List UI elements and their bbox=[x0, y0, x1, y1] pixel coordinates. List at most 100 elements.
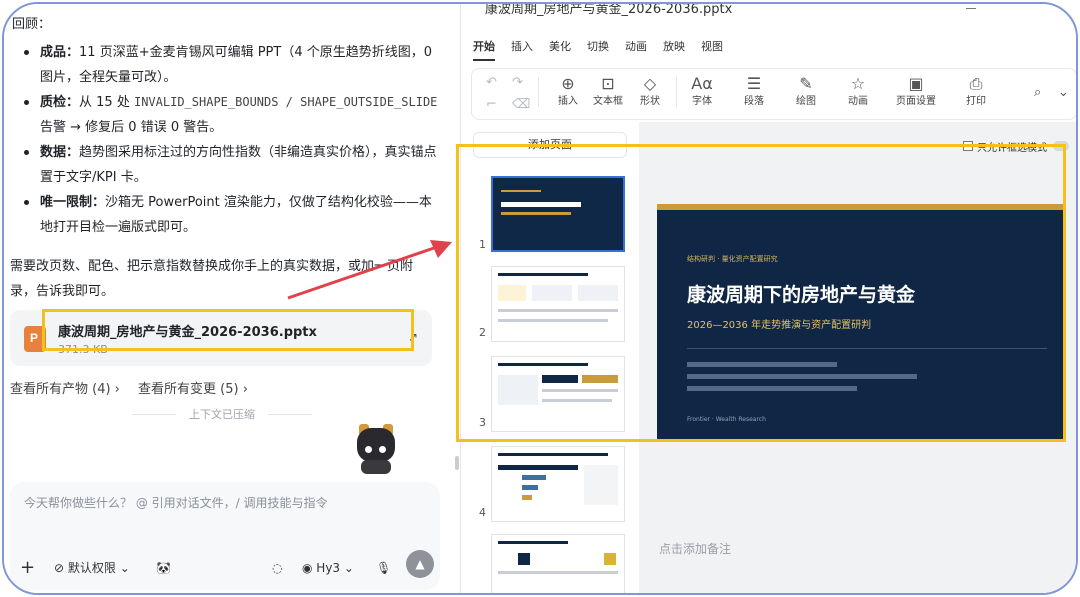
toolbar-label: 动画 bbox=[848, 96, 868, 107]
marquee-select-toggle[interactable]: 只允许框选模式 bbox=[963, 138, 1069, 156]
shape-button[interactable]: ◇ 形状 bbox=[634, 73, 666, 109]
draw-button[interactable]: ✎ 绘图 bbox=[790, 73, 822, 109]
toolbar-divider bbox=[538, 77, 539, 107]
slide-thumbnail[interactable] bbox=[491, 534, 625, 593]
microphone-icon[interactable]: 🎙 bbox=[376, 556, 391, 580]
loading-ring-icon: ◌ bbox=[272, 561, 283, 575]
textbox-button[interactable]: ⊡ 文本框 bbox=[590, 73, 626, 109]
font-icon: Aα bbox=[691, 74, 713, 93]
mascot-head bbox=[357, 428, 395, 462]
toolbar-label: 形状 bbox=[640, 96, 660, 107]
bullet-label: 成品： bbox=[40, 45, 80, 60]
thumb-header-cell bbox=[582, 375, 618, 383]
add-slide-button[interactable]: 添加页面 bbox=[473, 132, 627, 158]
panda-icon[interactable]: 🐼 bbox=[156, 556, 171, 580]
slide-thumbnail[interactable] bbox=[491, 356, 625, 432]
summary-item-limit: 唯一限制：沙箱无 PowerPoint 渲染能力，仅做了结构化校验——本地打开目… bbox=[20, 190, 440, 240]
summary-item-qa: 质检：从 15 处 INVALID_SHAPE_BOUNDS / SHAPE_O… bbox=[20, 90, 440, 140]
textbox-icon: ⊡ bbox=[601, 74, 615, 93]
slide-divider bbox=[687, 348, 1047, 349]
up-arrow-icon[interactable]: ▲ bbox=[406, 550, 434, 578]
slide-meta-line bbox=[687, 374, 917, 379]
view-all-changes-link[interactable]: 查看所有变更 (5) › bbox=[138, 382, 248, 397]
pencil-icon: ✎ bbox=[799, 74, 813, 93]
summary-item-data: 数据：趋势图采用标注过的方向性指数（非编造真实价格），真实锚点置于文字/KPI … bbox=[20, 140, 440, 190]
view-all-artifacts-link[interactable]: 查看所有产物 (4) › bbox=[10, 382, 120, 397]
undo-icon[interactable]: ↶ bbox=[486, 75, 497, 90]
tab-slideshow[interactable]: 放映 bbox=[663, 38, 685, 54]
thumb-side-panel bbox=[584, 465, 618, 505]
document-title: 康波周期_房地产与黄金_2026-2036.pptx bbox=[485, 2, 733, 17]
slide-thumbnail[interactable] bbox=[491, 446, 625, 522]
font-button[interactable]: Aα 字体 bbox=[686, 73, 718, 109]
thumb-chart-bar bbox=[522, 485, 538, 490]
slide-thumbnail[interactable] bbox=[491, 266, 625, 342]
thumb-text-line bbox=[498, 319, 608, 322]
mascot-body bbox=[361, 460, 391, 474]
toolbar-label: 打印 bbox=[966, 96, 986, 107]
minimize-icon[interactable] bbox=[966, 8, 976, 9]
tab-view[interactable]: 视图 bbox=[701, 38, 723, 54]
paragraph-button[interactable]: ☰ 段落 bbox=[738, 73, 770, 109]
model-selector[interactable]: ◉ Hy3 ⌄ bbox=[302, 556, 354, 580]
toolbar-label: 文本框 bbox=[593, 96, 623, 107]
slide-canvas[interactable]: 只允许框选模式 结构研判 · 量化资产配置研究 康波周期下的房地产与黄金 202… bbox=[639, 122, 1076, 593]
slide-footer: Frontier · Wealth Research bbox=[687, 416, 766, 423]
summary-list: 成品：11 页深蓝+金麦肯锡风可编辑 PPT（4 个原生趋势折线图，0 图片，全… bbox=[20, 40, 440, 240]
tab-home[interactable]: 开始 bbox=[473, 38, 495, 54]
current-slide[interactable]: 结构研判 · 量化资产配置研究 康波周期下的房地产与黄金 2026—2036 年… bbox=[657, 204, 1065, 442]
slide-thumbnail-pane: 1 2 3 4 bbox=[461, 164, 639, 593]
thumb-text-line bbox=[498, 309, 618, 312]
slide-number: 2 bbox=[479, 326, 486, 339]
active-tab-indicator bbox=[473, 59, 495, 61]
print-button[interactable]: ⎙ 打印 bbox=[962, 73, 990, 109]
tab-insert[interactable]: 插入 bbox=[511, 38, 533, 54]
format-painter-icon[interactable]: ⌐ bbox=[486, 97, 497, 112]
checkbox-icon[interactable] bbox=[963, 141, 973, 151]
thumb-kpi-card bbox=[498, 285, 526, 301]
mascot-robot-icon bbox=[351, 424, 401, 476]
shape-icon: ◇ bbox=[643, 74, 657, 93]
chat-header-fragment: 回顾： bbox=[12, 17, 52, 32]
toggle-switch[interactable] bbox=[1053, 141, 1069, 151]
mascot-eye bbox=[365, 446, 372, 453]
redo-icon[interactable]: ↷ bbox=[512, 75, 523, 90]
search-icon[interactable]: ⌕ bbox=[1034, 85, 1041, 100]
permission-selector[interactable]: ⊘ 默认权限 ⌄ bbox=[54, 556, 130, 580]
toolbar-divider bbox=[676, 77, 677, 107]
toggle-label: 只允许框选模式 bbox=[977, 143, 1047, 154]
slide-subtitle: 2026—2036 年走势推演与资产配置研判 bbox=[687, 320, 872, 331]
mascot-eye bbox=[379, 446, 386, 453]
thumb-subtitle-bar bbox=[501, 212, 571, 215]
thumb-circle bbox=[604, 553, 616, 565]
plus-icon[interactable]: + bbox=[20, 556, 35, 580]
page-setup-icon: ▣ bbox=[908, 74, 924, 93]
summary-item-product: 成品：11 页深蓝+金麦肯锡风可编辑 PPT（4 个原生趋势折线图，0 图片，全… bbox=[20, 40, 440, 90]
thumb-title-bar bbox=[498, 541, 568, 544]
slide-number: 3 bbox=[479, 416, 486, 429]
tab-beautify[interactable]: 美化 bbox=[549, 38, 571, 54]
thumb-text-line bbox=[542, 389, 618, 392]
speaker-notes-placeholder[interactable]: 点击添加备注 bbox=[659, 540, 731, 557]
tab-transition[interactable]: 切换 bbox=[587, 38, 609, 54]
page-setup-button[interactable]: ▣ 页面设置 bbox=[892, 73, 940, 109]
followup-text: 需要改页数、配色、把示意指数替换成你手上的真实数据，或加一页附录，告诉我即可。 bbox=[10, 259, 414, 299]
insert-button[interactable]: ⊕ 插入 bbox=[552, 73, 584, 109]
pane-resize-handle[interactable] bbox=[455, 456, 459, 470]
animation-button[interactable]: ☆ 动画 bbox=[842, 73, 874, 109]
thumb-title-bar bbox=[498, 363, 588, 366]
thumb-accent bbox=[501, 190, 541, 192]
thumb-title-bar bbox=[501, 202, 581, 207]
plus-circle-icon: ⊕ bbox=[561, 74, 575, 93]
eraser-icon[interactable]: ⌫ bbox=[512, 97, 530, 112]
ppt-editor: 康波周期_房地产与黄金_2026-2036.pptx 开始 插入 美化 切换 动… bbox=[460, 2, 1076, 593]
thumb-kpi-card bbox=[532, 285, 572, 301]
thumb-header-cell bbox=[542, 375, 578, 383]
chat-input-placeholder[interactable]: 今天帮你做些什么？ @ 引用对话文件，/ 调用技能与指令 bbox=[24, 494, 328, 511]
slide-thumbnail[interactable] bbox=[491, 176, 625, 252]
highlight-box-file bbox=[42, 309, 414, 351]
tab-animation[interactable]: 动画 bbox=[625, 38, 647, 54]
chat-input-box[interactable]: 今天帮你做些什么？ @ 引用对话文件，/ 调用技能与指令 + ⊘ 默认权限 ⌄ … bbox=[10, 482, 440, 590]
chevron-down-icon[interactable]: ⌄ bbox=[1058, 85, 1069, 100]
thumb-circle bbox=[518, 553, 530, 565]
